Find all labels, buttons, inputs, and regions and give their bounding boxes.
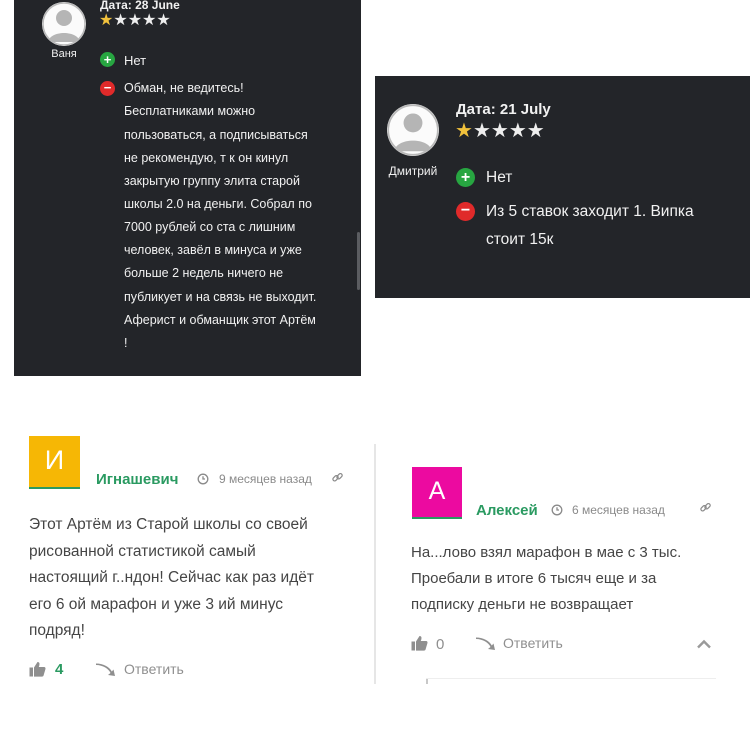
author-avatar: А <box>412 467 462 519</box>
cons-line: человек, завёл в минуса и уже <box>124 243 302 257</box>
rating-stars: ★★★★★ <box>99 12 171 30</box>
cons-line: ! <box>124 336 128 350</box>
reply-button[interactable]: Ответить <box>503 635 563 651</box>
comment-text-line: настоящий г..ндон! Сейчас как раз идёт <box>29 569 314 586</box>
user-avatar <box>387 104 439 156</box>
avatar-letter: А <box>428 477 446 505</box>
clock-icon <box>551 504 563 516</box>
comment-text-line: Проебали в итоге 6 тысяч еще и за <box>411 570 657 587</box>
cons-line: больше 2 недель ничего не <box>124 266 284 280</box>
comment-text-line: Этот Артём из Старой школы со своей <box>29 516 308 533</box>
reply-button[interactable]: Ответить <box>124 661 184 677</box>
comment-text-line: подписку деньги не возвращает <box>411 596 634 613</box>
thumbs-up-icon[interactable] <box>29 661 46 677</box>
cons-line: не рекомендую, т к он кинул <box>124 151 289 165</box>
star-icon: ★ <box>508 120 527 142</box>
review-card-2: Дмитрий Дата: 21 July ★★★★★ + Нет − Из 5… <box>375 76 750 298</box>
user-name: Ваня <box>51 48 77 60</box>
star-icon: ★ <box>472 120 491 142</box>
user-name: Дмитрий <box>388 164 438 178</box>
reply-arrow-icon[interactable] <box>95 662 116 677</box>
pros-text: Нет <box>124 53 147 68</box>
like-count: 0 <box>436 636 445 653</box>
cons-line: публикует и на связь не выходит. <box>124 290 317 304</box>
review-date: Дата: 21 July <box>456 101 551 118</box>
link-icon[interactable] <box>699 501 712 514</box>
scrollbar-thumb[interactable] <box>357 232 360 290</box>
cons-line: Бесплатниками можно <box>124 104 256 118</box>
link-icon[interactable] <box>331 471 344 484</box>
user-avatar <box>42 2 86 46</box>
star-icon: ★ <box>113 12 128 29</box>
comment-text-line: его 6 ой марафон и уже 3 ий минус <box>29 596 284 613</box>
cons-line: закрытую группу элита старой <box>124 174 300 188</box>
like-count: 4 <box>55 661 64 678</box>
author-avatar: И <box>29 436 80 489</box>
star-icon: ★ <box>142 12 157 29</box>
comment-time[interactable]: 9 месяцев назад <box>219 472 312 486</box>
plus-circle-icon: + <box>100 52 115 67</box>
review-date: Дата: 28 June <box>100 0 180 12</box>
reply-arrow-icon[interactable] <box>475 636 496 651</box>
cons-line: Из 5 ставок заходит 1. Випка <box>486 203 694 220</box>
minus-circle-icon: − <box>100 81 115 96</box>
comment-text-line: рисованной статистикой самый <box>29 543 256 560</box>
plus-circle-icon: + <box>456 168 475 187</box>
cons-line: Аферист и обманщик этот Артём <box>124 313 316 327</box>
user-silhouette-icon <box>42 2 86 46</box>
nested-reply-divider <box>426 678 716 679</box>
cons-line: пользоваться, а подписываться <box>124 128 308 142</box>
star-icon: ★ <box>99 12 114 29</box>
user-silhouette-icon <box>387 104 439 156</box>
thumbs-up-icon[interactable] <box>411 635 428 651</box>
comment-text-line: подряд! <box>29 622 85 639</box>
avatar-letter: И <box>44 445 65 475</box>
chevron-up-icon[interactable] <box>696 639 712 649</box>
star-icon: ★ <box>455 120 473 142</box>
pros-text: Нет <box>486 169 513 186</box>
rating-stars: ★★★★★ <box>455 120 545 143</box>
comment-author[interactable]: Игнашевич <box>96 471 178 488</box>
star-icon: ★ <box>490 120 509 142</box>
cons-line: Обман, не ведитесь! <box>124 81 244 95</box>
star-icon: ★ <box>156 12 171 29</box>
star-icon: ★ <box>526 120 545 142</box>
comment-author[interactable]: Алексей <box>476 502 538 519</box>
cons-line: стоит 15к <box>486 231 554 248</box>
cons-line: 7000 рублей со ста с лишним <box>124 220 296 234</box>
column-divider <box>374 444 376 684</box>
star-icon: ★ <box>127 12 143 29</box>
minus-circle-icon: − <box>456 202 475 221</box>
review-card-1: Ваня Дата: 28 June ★★★★★ + Нет − Обман, … <box>14 0 361 376</box>
cons-line: школы 2.0 на деньги. Собрал по <box>124 197 312 211</box>
clock-icon <box>197 473 209 485</box>
comment-time[interactable]: 6 месяцев назад <box>572 503 665 517</box>
comment-text-line: На...лово взял марафон в мае с 3 тыс. <box>411 544 682 561</box>
